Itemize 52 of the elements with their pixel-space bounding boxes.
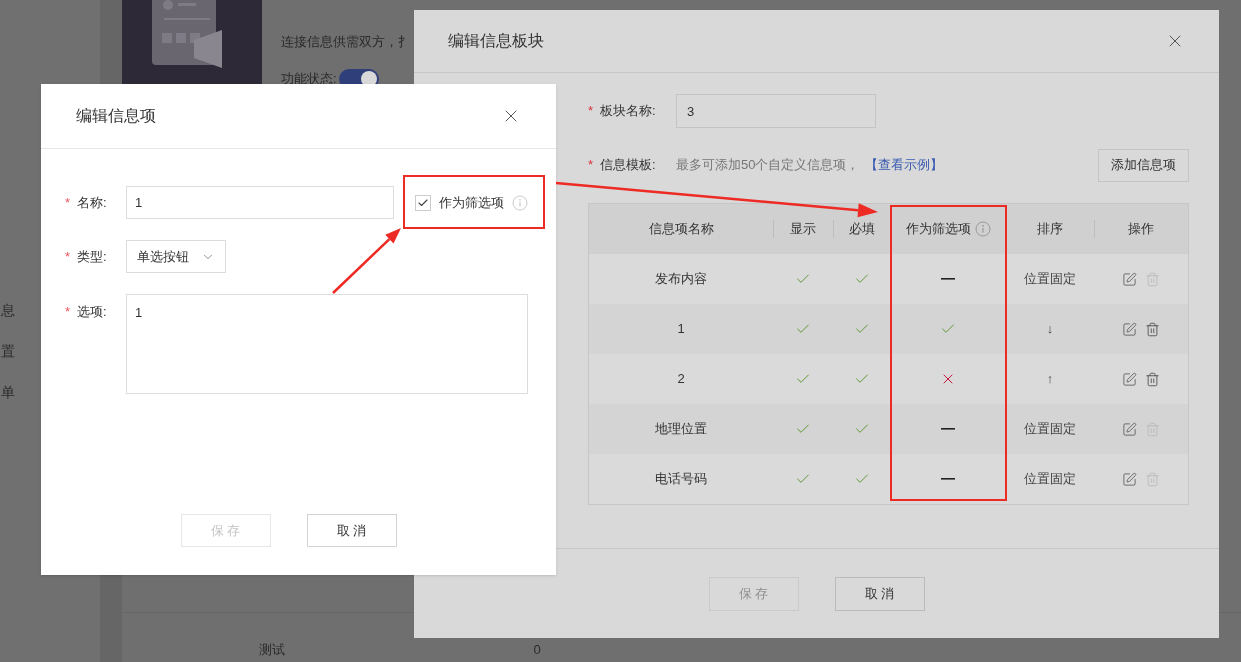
- table-cell-text: 位置固定: [1023, 270, 1076, 289]
- column-header: 作为筛选项: [905, 220, 971, 239]
- cancel-button[interactable]: 取 消: [834, 576, 925, 611]
- input-field[interactable]: 3: [676, 94, 876, 128]
- input-field[interactable]: 1: [126, 186, 394, 219]
- field-label: 名称:: [77, 193, 108, 212]
- options-field[interactable]: 1: [126, 294, 528, 394]
- column-header: 必填: [849, 220, 876, 239]
- table-cell-text: 位置固定: [1023, 470, 1076, 489]
- field-label: 信息模板:: [600, 156, 657, 175]
- field-label: 板块名称:: [600, 102, 657, 121]
- hint-text: 最多可添加50个自定义信息项，: [676, 156, 860, 175]
- table-cell-text: 电话号码: [655, 470, 708, 489]
- table-cell-text: 发布内容: [655, 270, 708, 289]
- table-cell-text: 地理位置: [655, 420, 708, 439]
- required-mark: *: [65, 193, 72, 212]
- column-header: 信息项名称: [648, 220, 714, 239]
- edit-icon[interactable]: [1122, 271, 1138, 287]
- delete-icon[interactable]: [1145, 371, 1161, 387]
- edit-icon[interactable]: [1122, 371, 1138, 387]
- required-mark: *: [65, 247, 72, 266]
- delete-icon[interactable]: [1145, 321, 1161, 337]
- info-icon: [974, 221, 991, 237]
- type-select[interactable]: 单选按钮: [126, 240, 226, 273]
- description-text: 连接信息供需双方，扌: [281, 33, 411, 51]
- edit-icon[interactable]: [1122, 321, 1138, 337]
- table-cell-text: 测试: [258, 640, 286, 659]
- checkbox-label: 作为筛选项: [439, 193, 504, 212]
- table-cell-text: 2: [677, 370, 685, 389]
- table-cell-text: 位置固定: [1023, 420, 1076, 439]
- filter-checkbox[interactable]: [415, 194, 431, 211]
- table-cell-text: 1: [677, 320, 685, 339]
- cancel-button[interactable]: 取 消: [306, 514, 397, 547]
- required-mark: *: [65, 303, 72, 321]
- dialog-title: 编辑信息板块: [448, 31, 544, 51]
- add-item-button[interactable]: 添加信息项: [1098, 148, 1189, 182]
- info-icon: [512, 194, 528, 211]
- arrow: [332, 228, 401, 294]
- field-label: 选项:: [77, 303, 108, 321]
- edit-icon[interactable]: [1122, 421, 1138, 437]
- required-mark: *: [588, 102, 595, 121]
- dialog-title: 编辑信息项: [76, 106, 156, 126]
- column-header: 显示: [790, 220, 817, 239]
- field-label: 类型:: [77, 247, 108, 266]
- edit-icon[interactable]: [1122, 471, 1138, 487]
- table-cell-text: ↑: [1046, 370, 1054, 389]
- column-header: 操作: [1128, 220, 1155, 239]
- table-cell-text: ↓: [1046, 320, 1054, 339]
- example-link[interactable]: 【查看示例】: [865, 155, 944, 175]
- table-cell-text: 0: [532, 640, 542, 659]
- required-mark: *: [588, 156, 595, 175]
- column-header: 排序: [1036, 220, 1063, 239]
